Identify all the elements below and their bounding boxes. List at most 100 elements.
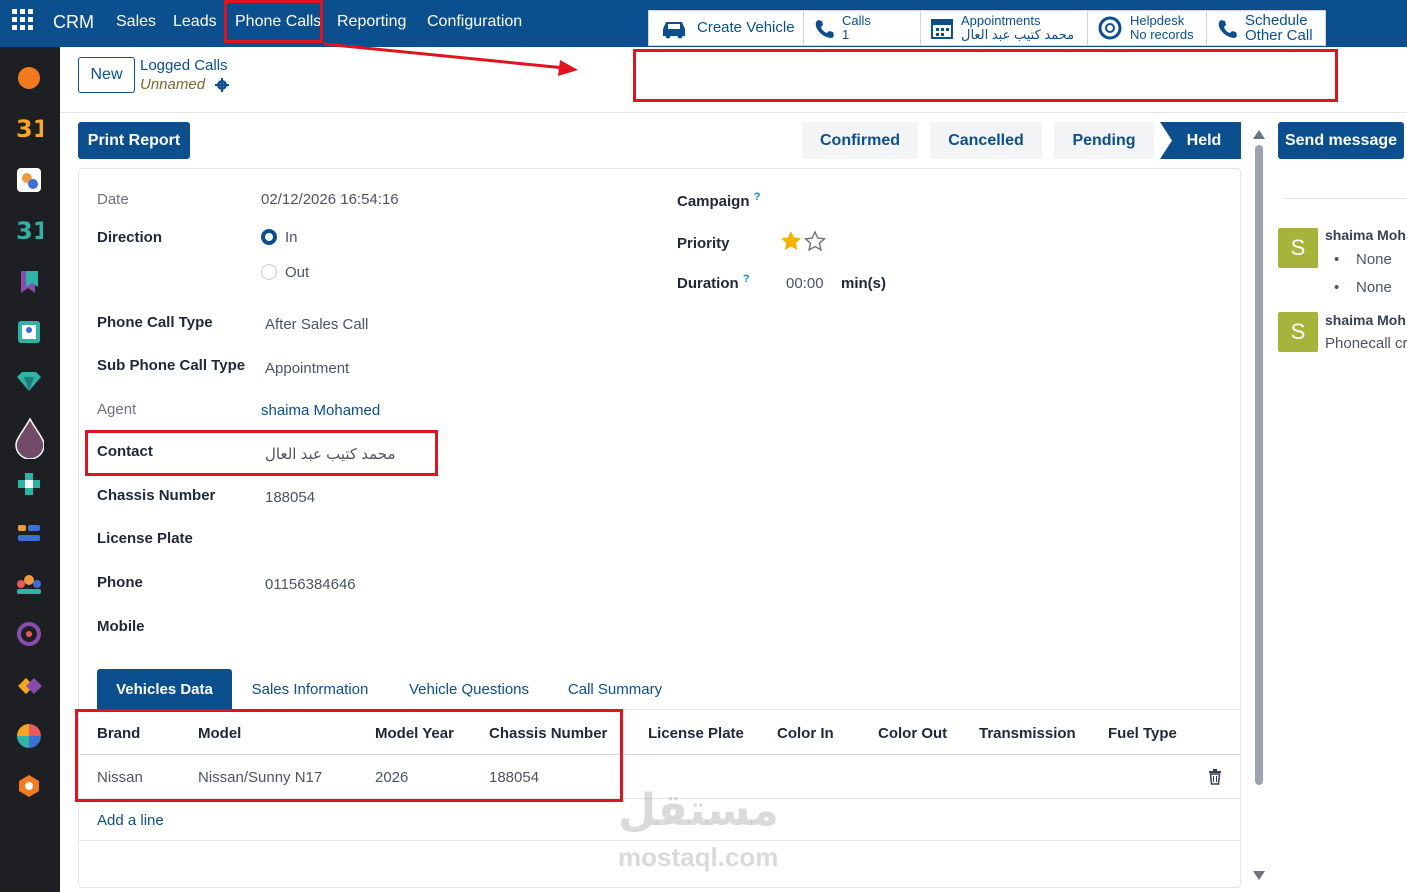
phone-call-type-label: Phone Call Type	[97, 314, 213, 331]
chatter-bullet-1: •	[1334, 251, 1340, 268]
svg-text:31: 31	[16, 115, 43, 142]
tab-vehicles-data[interactable]: Vehicles Data	[97, 669, 232, 709]
employees-app-icon[interactable]	[14, 317, 44, 347]
stage-cancelled[interactable]: Cancelled	[930, 122, 1042, 159]
new-button[interactable]: New	[78, 57, 135, 93]
knowledge-app-icon[interactable]	[14, 267, 44, 297]
phone-value[interactable]: 01156384646	[265, 576, 356, 593]
dashboard-app-icon[interactable]	[14, 721, 44, 751]
priority-stars[interactable]	[780, 230, 828, 252]
form-scrollbar[interactable]	[1252, 130, 1266, 880]
stage-confirmed[interactable]: Confirmed	[802, 122, 918, 159]
menu-leads[interactable]: Leads	[173, 13, 217, 31]
col-color-out[interactable]: Color Out	[878, 725, 947, 742]
agent-value[interactable]: shaima Mohamed	[261, 402, 380, 419]
appointments-smart-button[interactable]: Appointments محمد كتيب عبد العال	[920, 10, 1088, 46]
direction-out-radio[interactable]	[261, 264, 277, 280]
calls-smart-button[interactable]: Calls 1	[803, 10, 921, 46]
chassis-number-label: Chassis Number	[97, 487, 216, 504]
chatter-author-1[interactable]: shaima Moh	[1325, 227, 1406, 243]
avatar[interactable]: S	[1278, 312, 1318, 352]
apps-grid-icon[interactable]	[12, 9, 34, 31]
priority-label: Priority	[677, 235, 730, 252]
campaign-label: Campaign ?	[677, 191, 760, 210]
team-app-icon[interactable]	[14, 569, 44, 599]
chatter-author-2[interactable]: shaima Moh	[1325, 312, 1406, 328]
sub-phone-call-type-label: Sub Phone Call Type	[97, 357, 246, 374]
chassis-number-value[interactable]: 188054	[265, 489, 315, 506]
chatter-message-2: Phonecall cr	[1325, 335, 1407, 352]
appointments-label: Appointments	[961, 13, 1041, 28]
trash-icon[interactable]	[1208, 769, 1222, 785]
direction-in-radio[interactable]	[261, 229, 277, 245]
direction-label: Direction	[97, 229, 163, 246]
gear-icon[interactable]	[215, 78, 229, 92]
inventory-app-icon[interactable]	[14, 771, 44, 801]
calendar-app-icon[interactable]: 31	[14, 113, 44, 143]
helpdesk-smart-button[interactable]: Helpdesk No records	[1087, 10, 1207, 46]
mobile-label: Mobile	[97, 618, 145, 635]
car-icon	[663, 22, 685, 39]
chatter-item-2: None	[1356, 279, 1392, 296]
contacts-app-icon[interactable]	[14, 165, 44, 195]
watermark-latin: mostaql.com	[618, 842, 779, 872]
duration-label: Duration ?	[677, 273, 750, 292]
send-message-button[interactable]: Send message	[1278, 122, 1404, 159]
schedule-other-call-button[interactable]: Schedule Other Call	[1206, 10, 1326, 46]
agent-label: Agent	[97, 401, 137, 418]
stage-pending[interactable]: Pending	[1054, 122, 1154, 159]
watermark-arabic: مستقل	[618, 786, 779, 835]
tab-vehicle-questions[interactable]: Vehicle Questions	[398, 669, 540, 709]
menu-reporting[interactable]: Reporting	[337, 13, 406, 31]
create-vehicle-button[interactable]: Create Vehicle	[648, 10, 804, 46]
tab-call-summary[interactable]: Call Summary	[558, 669, 672, 709]
tags-app-icon[interactable]	[14, 671, 44, 701]
add-a-line-link[interactable]: Add a line	[97, 812, 164, 829]
campaign-label-text: Campaign	[677, 193, 750, 210]
duration-help-icon[interactable]: ?	[743, 273, 750, 285]
menu-configuration[interactable]: Configuration	[427, 13, 522, 31]
annotation-arrow	[323, 42, 578, 76]
calls-count: 1	[842, 27, 850, 42]
annotation-box-phone-calls	[224, 0, 323, 43]
col-transmission[interactable]: Transmission	[979, 725, 1076, 742]
stage-held[interactable]: Held	[1172, 122, 1236, 159]
helpdesk-label: Helpdesk	[1130, 13, 1185, 28]
add-app-icon[interactable]	[14, 469, 44, 499]
campaign-help-icon[interactable]: ?	[754, 191, 761, 203]
record-name: Unnamed	[140, 76, 206, 93]
phone-label: Phone	[97, 574, 143, 591]
annotation-box-contact	[85, 430, 438, 476]
app-dock: 31 31	[0, 47, 60, 892]
sales-app-icon[interactable]	[14, 367, 44, 397]
duration-value[interactable]: 00:00	[786, 275, 824, 292]
date-value[interactable]: 02/12/2026 16:54:16	[261, 191, 399, 208]
breadcrumb-logged-calls[interactable]: Logged Calls	[140, 57, 228, 74]
menu-sales[interactable]: Sales	[116, 13, 156, 31]
discuss-app-icon[interactable]	[14, 63, 44, 93]
app-name[interactable]: CRM	[53, 12, 94, 33]
col-license-plate[interactable]: License Plate	[648, 725, 744, 742]
col-fuel-type[interactable]: Fuel Type	[1108, 725, 1177, 742]
col-color-in[interactable]: Color In	[777, 725, 834, 742]
sub-phone-call-type-value[interactable]: Appointment	[265, 360, 349, 377]
crm-app-icon[interactable]	[14, 417, 44, 459]
schedule-line2: Other Call	[1245, 27, 1313, 44]
print-report-button[interactable]: Print Report	[78, 122, 190, 159]
planning-app-icon[interactable]: 31	[14, 215, 44, 245]
schedule-line1: Schedule	[1245, 12, 1308, 29]
direction-in-label: In	[285, 229, 298, 246]
project-app-icon[interactable]	[14, 519, 44, 549]
chatter-item-1: None	[1356, 251, 1392, 268]
phone-icon	[1218, 20, 1237, 38]
lifebuoy-icon	[1098, 16, 1122, 40]
fleet-app-icon[interactable]	[14, 619, 44, 649]
tab-sales-information[interactable]: Sales Information	[240, 669, 380, 709]
table-footer-divider	[79, 840, 1240, 841]
chatter-bullet-2: •	[1334, 279, 1340, 296]
calls-label: Calls	[842, 13, 871, 28]
avatar[interactable]: S	[1278, 228, 1318, 268]
phone-call-type-value[interactable]: After Sales Call	[265, 316, 368, 333]
priority-star-empty-icon	[803, 230, 827, 252]
annotation-box-vehicle-row	[75, 709, 623, 802]
